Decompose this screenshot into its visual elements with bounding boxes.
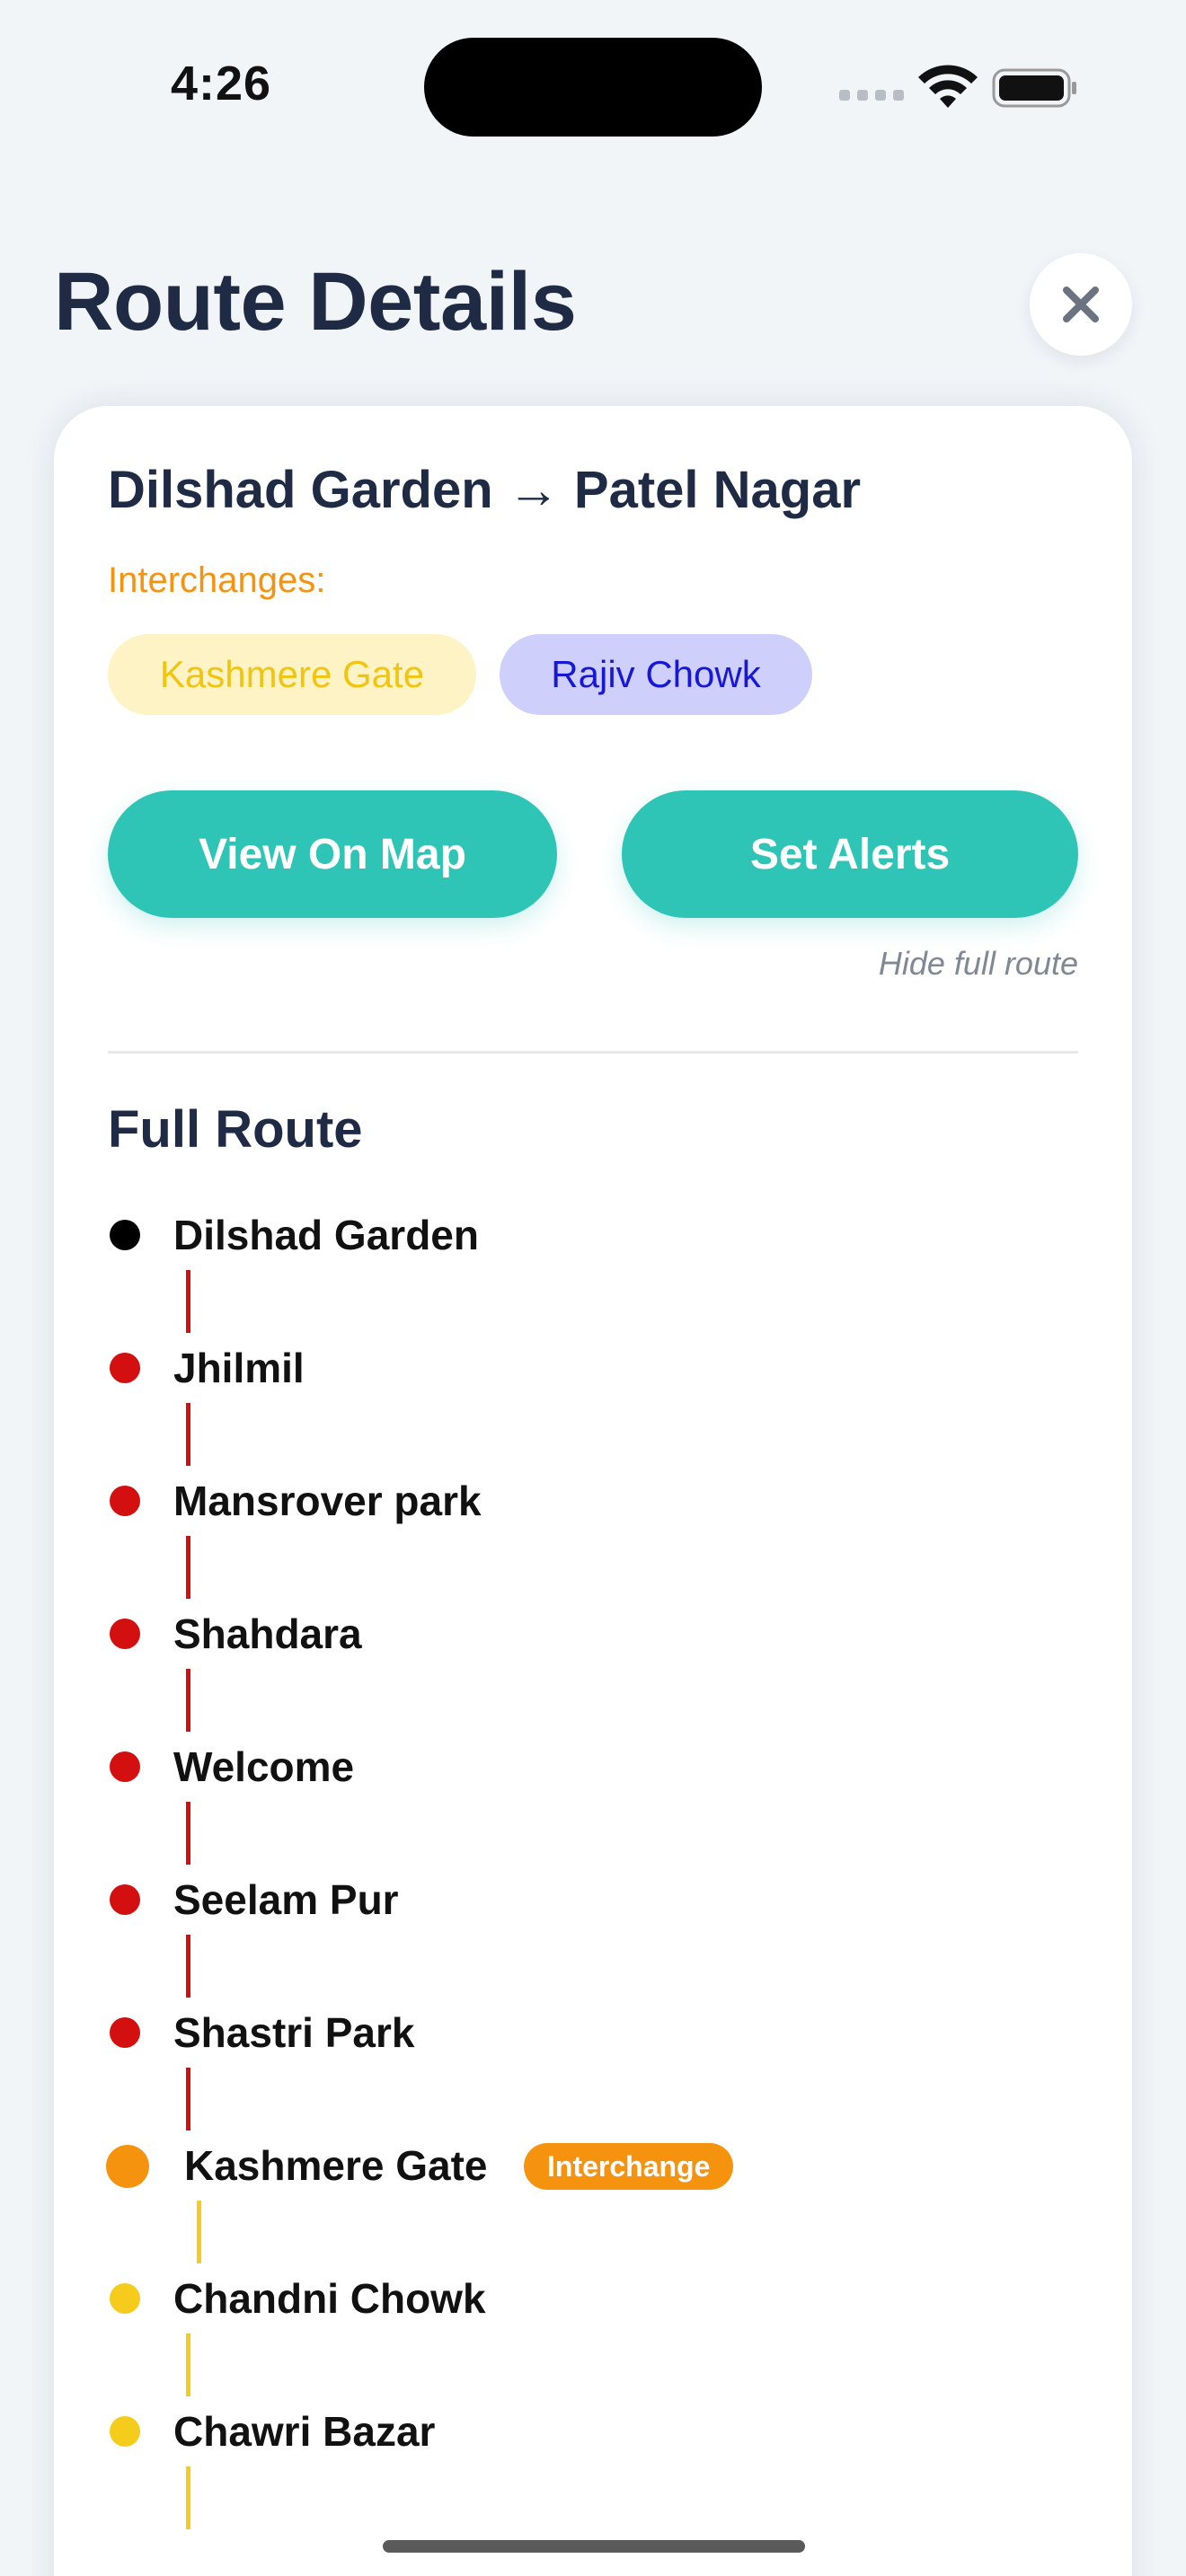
stop-row: Jhilmil [54, 1338, 1132, 1466]
route-connector-line [186, 1669, 190, 1732]
stop-name: Chawri Bazar [173, 2408, 436, 2455]
stop-dot [110, 2283, 140, 2314]
stop-name: Mansrover park [173, 1478, 482, 1524]
hide-full-route-link[interactable]: Hide full route [879, 945, 1078, 983]
interchanges-label: Interchanges: [108, 560, 326, 600]
stop-name: Shastri Park [173, 2009, 415, 2056]
route-connector-line [186, 2068, 190, 2130]
full-route-title: Full Route [108, 1100, 363, 1159]
route-connector-line [186, 1270, 190, 1333]
close-icon [1063, 287, 1099, 322]
route-connector-line [186, 2466, 190, 2529]
stop-dot [110, 1884, 140, 1915]
stop-dot [110, 1751, 140, 1782]
stop-name: Seelam Pur [173, 1876, 399, 1923]
dynamic-island [424, 38, 762, 137]
stop-row: Dilshad Garden [54, 1205, 1132, 1333]
route-connector-line [186, 1536, 190, 1599]
stop-row: Chandni Chowk [54, 2269, 1132, 2396]
divider [108, 1051, 1078, 1054]
route-details-screen: 4:26 Route Details Dilshad Garden → Pate… [0, 0, 1186, 2576]
route-connector-line [186, 1802, 190, 1865]
interchange-badge: Interchange [524, 2143, 734, 2190]
status-time: 4:26 [171, 57, 272, 110]
stop-row: Shahdara [54, 1604, 1132, 1732]
home-indicator[interactable] [383, 2540, 805, 2553]
wifi-icon [918, 65, 978, 108]
stop-dot [110, 1220, 140, 1250]
stop-row: Kashmere Gate Interchange [54, 2136, 1132, 2263]
battery-icon [992, 68, 1076, 108]
stop-name: Kashmere Gate [184, 2142, 488, 2189]
interchange-chip-kashmere-gate[interactable]: Kashmere Gate [108, 634, 476, 715]
route-connector-line [186, 1935, 190, 1998]
route-connector-line [197, 2201, 201, 2263]
route-connector-line [186, 2333, 190, 2396]
cellular-signal-icon [839, 90, 904, 101]
stop-row: Shastri Park [54, 2003, 1132, 2130]
stop-dot [110, 1353, 140, 1383]
stop-dot [106, 2145, 149, 2188]
stop-name: Dilshad Garden [173, 1212, 479, 1258]
stop-dot [110, 1486, 140, 1516]
route-card: Dilshad Garden → Patel Nagar Interchange… [54, 406, 1132, 2576]
route-connector-line [186, 1403, 190, 1466]
stop-name: Welcome [173, 1743, 355, 1790]
stop-name: Shahdara [173, 1610, 362, 1657]
stop-dot [110, 2416, 140, 2447]
stop-row: Mansrover park [54, 1471, 1132, 1599]
set-alerts-button[interactable]: Set Alerts [622, 790, 1078, 918]
page-title: Route Details [54, 256, 577, 348]
stop-name: Jhilmil [173, 1345, 305, 1391]
stop-row: Welcome [54, 1737, 1132, 1865]
view-on-map-button[interactable]: View On Map [108, 790, 557, 918]
interchange-chip-rajiv-chowk[interactable]: Rajiv Chowk [500, 634, 812, 715]
stop-dot [110, 1619, 140, 1649]
stop-row: Chawri Bazar [54, 2402, 1132, 2529]
close-button[interactable] [1030, 253, 1132, 356]
stop-row: Seelam Pur [54, 1870, 1132, 1998]
stop-dot [110, 2017, 140, 2048]
stop-name: Chandni Chowk [173, 2275, 486, 2322]
route-title: Dilshad Garden → Patel Nagar [108, 461, 862, 519]
